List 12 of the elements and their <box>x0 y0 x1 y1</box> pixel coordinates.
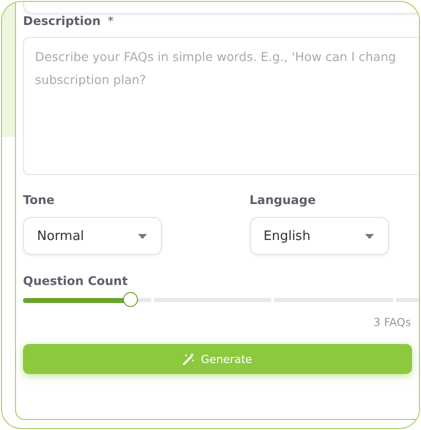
tone-dropdown[interactable]: Normal <box>23 217 162 255</box>
field-label: Tone <box>23 193 56 207</box>
count-reading: 3 FAQs <box>372 316 411 329</box>
required-mark: * <box>108 14 114 28</box>
caret-icon <box>138 234 147 238</box>
field-label: Question Count <box>23 274 129 288</box>
language-dropdown[interactable]: English <box>250 217 388 255</box>
field-label: Description * <box>23 14 115 28</box>
caret-icon <box>364 234 374 238</box>
magic-wand-icon <box>182 353 195 365</box>
slider-handle[interactable] <box>122 292 138 307</box>
field-label: Language <box>250 193 317 207</box>
